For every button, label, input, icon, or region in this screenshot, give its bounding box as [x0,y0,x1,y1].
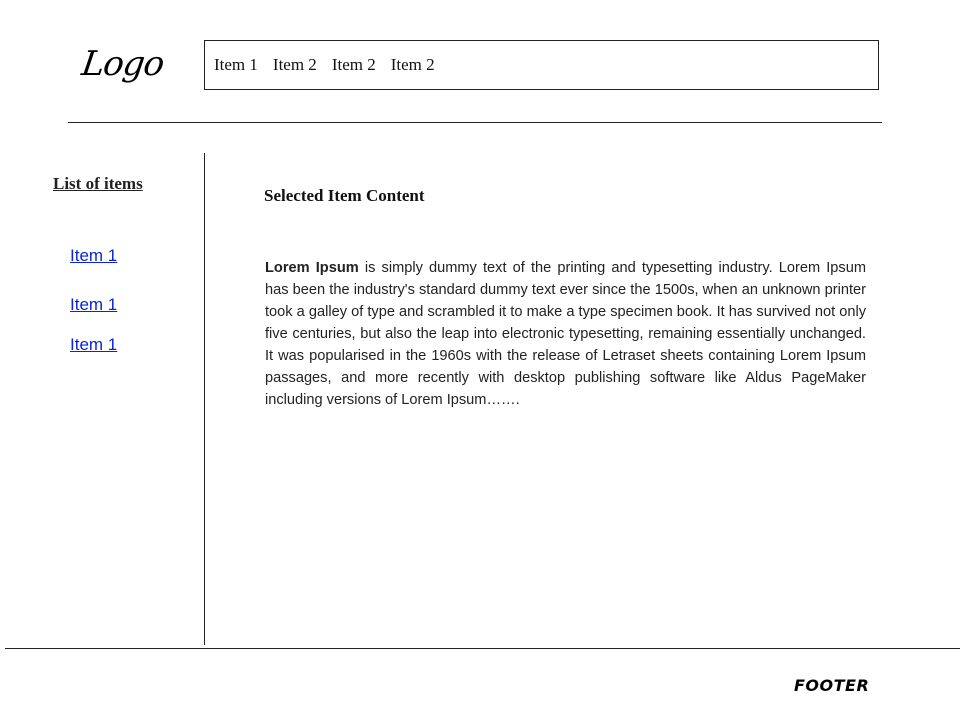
nav-item-2[interactable]: Item 2 [273,55,317,75]
sidebar-title: List of items [53,174,143,193]
nav-item-1[interactable]: Item 1 [214,55,258,75]
nav-item-4[interactable]: Item 2 [391,55,435,75]
content-title: Selected Item Content [264,186,425,205]
content-body-lead: Lorem Ipsum [265,260,359,276]
content-body: Lorem Ipsum is simply dummy text of the … [265,257,866,411]
footer-label: FOOTER [794,676,870,695]
sidebar-item-2[interactable]: Item 1 [70,295,117,315]
top-nav: Item 1 Item 2 Item 2 Item 2 [204,40,879,90]
footer-divider [5,648,960,649]
nav-item-3[interactable]: Item 2 [332,55,376,75]
sidebar-item-1[interactable]: Item 1 [70,246,117,266]
sidebar-item-3[interactable]: Item 1 [70,335,117,355]
header-divider [68,122,882,123]
logo: Logo [79,44,167,84]
sidebar-divider [204,153,205,645]
content-body-text: is simply dummy text of the printing and… [265,260,866,408]
